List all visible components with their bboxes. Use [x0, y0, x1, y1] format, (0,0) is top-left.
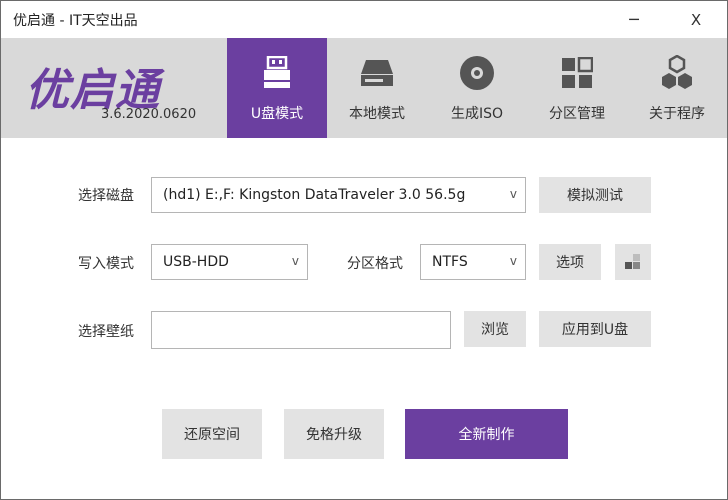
simulate-test-button[interactable]: 模拟测试: [539, 177, 651, 213]
minimize-button[interactable]: ─: [611, 1, 657, 38]
create-new-button[interactable]: 全新制作: [405, 409, 568, 459]
hard-disk-icon: [359, 55, 395, 91]
format-free-upgrade-button[interactable]: 免格升级: [284, 409, 384, 459]
restore-space-button[interactable]: 还原空间: [162, 409, 262, 459]
partition-format-label: 分区格式: [347, 256, 403, 272]
disc-icon: [459, 55, 495, 91]
wallpaper-label: 选择壁纸: [78, 324, 134, 340]
tab-label: U盘模式: [250, 106, 304, 122]
write-mode-label: 写入模式: [78, 256, 134, 272]
options-button[interactable]: 选项: [539, 244, 601, 280]
chevron-down-icon: v: [291, 254, 299, 268]
hexagon-cluster-icon: [659, 55, 695, 91]
close-button[interactable]: X: [673, 1, 719, 38]
disk-label: 选择磁盘: [78, 188, 134, 204]
close-icon: X: [690, 10, 702, 29]
tab-label: 关于程序: [649, 106, 705, 122]
advanced-settings-button[interactable]: [615, 244, 651, 280]
header-bar: 优启通 3.6.2020.0620 U盘模式 本地模式 生成ISO 分区管理 关…: [1, 38, 727, 138]
wallpaper-path-input[interactable]: [151, 311, 451, 349]
partition-grid-icon: [559, 55, 595, 91]
partition-format-select-value: NTFS: [432, 254, 468, 270]
tab-partition-management[interactable]: 分区管理: [527, 38, 627, 138]
tab-label: 本地模式: [349, 106, 405, 122]
tab-about[interactable]: 关于程序: [627, 38, 727, 138]
chevron-down-icon: v: [509, 187, 517, 201]
tab-label: 分区管理: [549, 106, 605, 122]
write-mode-select[interactable]: USB-HDD v: [151, 244, 308, 280]
window-title: 优启通 - IT天空出品: [13, 13, 138, 29]
app-version: 3.6.2020.0620: [101, 107, 197, 122]
tab-label: 生成ISO: [450, 106, 504, 122]
tab-local-mode[interactable]: 本地模式: [327, 38, 427, 138]
tab-generate-iso[interactable]: 生成ISO: [427, 38, 527, 138]
minimize-icon: ─: [629, 10, 639, 29]
browse-button[interactable]: 浏览: [464, 311, 526, 347]
usb-drive-icon: [259, 55, 295, 91]
chevron-down-icon: v: [509, 254, 517, 268]
title-bar[interactable]: 优启通 - IT天空出品 ─ X: [1, 1, 727, 38]
grid-squares-icon: [625, 254, 640, 269]
apply-to-usb-button[interactable]: 应用到U盘: [539, 311, 651, 347]
disk-select[interactable]: (hd1) E:,F: Kingston DataTraveler 3.0 56…: [151, 177, 526, 213]
partition-format-select[interactable]: NTFS v: [420, 244, 526, 280]
app-window: 优启通 - IT天空出品 ─ X 优启通 3.6.2020.0620 U盘模式: [0, 0, 728, 500]
tab-usb-mode[interactable]: U盘模式: [227, 38, 327, 138]
disk-select-value: (hd1) E:,F: Kingston DataTraveler 3.0 56…: [163, 187, 466, 203]
write-mode-select-value: USB-HDD: [163, 254, 229, 270]
